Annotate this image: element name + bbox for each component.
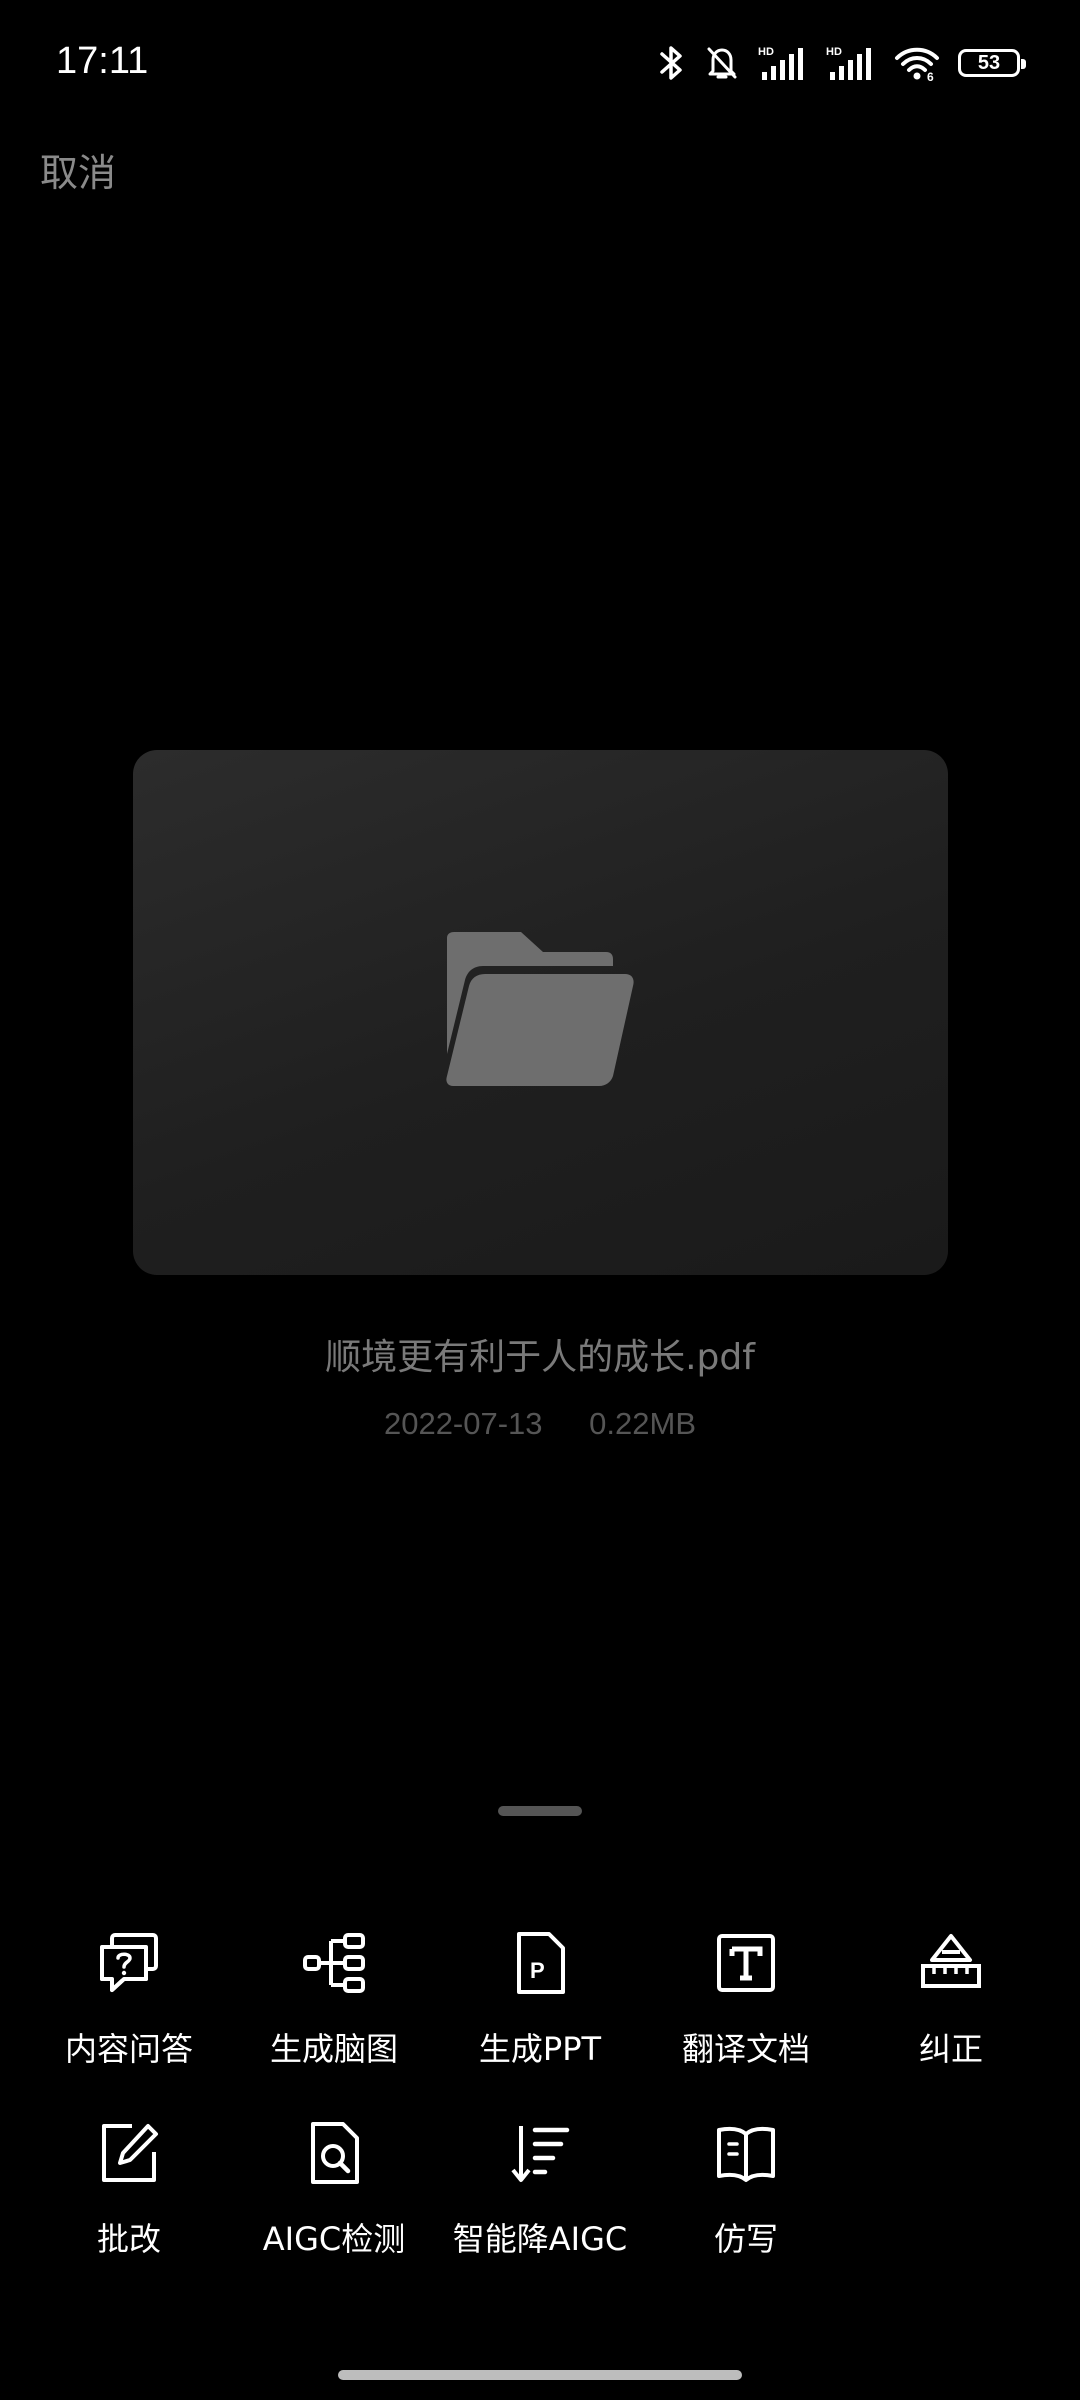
edit-pencil-icon [102, 2124, 158, 2182]
action-grade[interactable]: 批改 [26, 2120, 232, 2280]
status-icons: HD HD 6 53 [656, 44, 1026, 82]
open-book-icon [717, 2126, 775, 2182]
qa-bubble-icon [100, 1933, 158, 1992]
ppt-file-icon: P [517, 1932, 565, 1994]
mindmap-icon [303, 1933, 365, 1993]
mute-bell-icon [707, 47, 737, 79]
file-date: 2022-07-13 [383, 1406, 543, 1441]
sheet-drag-handle[interactable] [498, 1806, 582, 1816]
action-translate-doc[interactable]: 翻译文档 [643, 1930, 849, 2090]
action-aigc-detect[interactable]: AIGC检测 [231, 2120, 437, 2280]
svg-text:6: 6 [927, 70, 934, 82]
action-label: 智能降AIGC [452, 2220, 628, 2258]
action-label: 内容问答 [64, 2030, 193, 2068]
bluetooth-icon [660, 46, 682, 80]
hd-signal-icon: HD [826, 46, 871, 80]
ruler-correct-icon [921, 1934, 981, 1988]
action-label: 生成脑图 [269, 2030, 398, 2068]
battery-icon: 53 [958, 49, 1026, 77]
svg-text:P: P [530, 1958, 545, 1983]
action-label: 批改 [96, 2220, 161, 2258]
action-generate-ppt[interactable]: P 生成PPT [437, 1930, 643, 2090]
sort-down-icon [511, 2126, 570, 2182]
file-actions-screen: 17:11 HD HD 6 53 取消 顺境更有利于人的成长.pdf 2022-… [0, 0, 1080, 2400]
action-label: 纠正 [918, 2030, 983, 2068]
action-mindmap[interactable]: 生成脑图 [231, 1930, 437, 2090]
doc-search-icon [311, 2122, 359, 2184]
action-reduce-aigc[interactable]: 智能降AIGC [437, 2120, 643, 2280]
action-label: 翻译文档 [681, 2030, 810, 2068]
status-bar: 17:11 HD HD 6 53 [0, 0, 1080, 130]
file-name: 顺境更有利于人的成长.pdf [325, 1337, 755, 1378]
translate-text-icon [717, 1934, 775, 1992]
action-imitate-write[interactable]: 仿写 [643, 2120, 849, 2280]
action-label: 生成PPT [478, 2030, 602, 2068]
home-indicator[interactable] [338, 2370, 742, 2380]
action-correct[interactable]: 纠正 [848, 1930, 1054, 2090]
status-time: 17:11 [56, 40, 149, 82]
battery-level: 53 [977, 51, 1001, 74]
wifi-icon: 6 [895, 47, 939, 82]
file-size: 0.22MB [589, 1406, 697, 1441]
svg-text:HD: HD [826, 46, 842, 58]
action-label: 仿写 [713, 2220, 778, 2258]
folder-icon [446, 932, 634, 1086]
cancel-button[interactable]: 取消 [40, 142, 116, 197]
svg-text:HD: HD [758, 46, 774, 58]
action-label: AIGC检测 [262, 2220, 406, 2258]
file-meta: 2022-07-13 0.22MB [0, 1406, 1080, 1442]
action-content-qa[interactable]: 内容问答 [26, 1930, 232, 2090]
hd-signal-icon: HD [758, 46, 803, 80]
